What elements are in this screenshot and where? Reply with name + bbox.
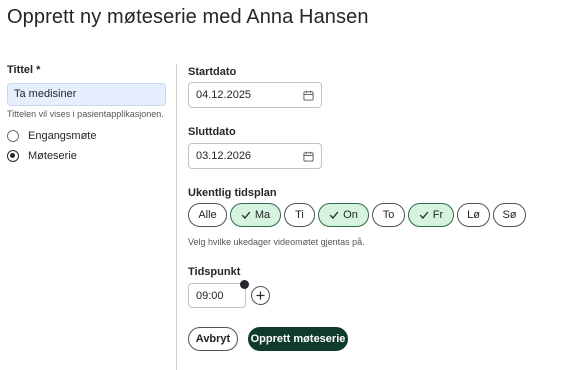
day-chip-alle[interactable]: Alle: [188, 203, 227, 227]
day-chip-lo[interactable]: Lø: [457, 203, 490, 227]
radio-button-checked[interactable]: [7, 150, 19, 162]
day-chip-label: Alle: [198, 209, 217, 221]
day-chip-label: Lø: [467, 209, 480, 221]
title-field-label: Tittel *: [7, 64, 41, 76]
create-series-button[interactable]: Opprett møteserie: [248, 327, 348, 351]
checkmark-icon: [329, 211, 339, 219]
end-date-input[interactable]: 03.12.2026: [188, 143, 322, 169]
checkmark-icon: [241, 211, 251, 219]
day-chip-label: Ti: [295, 209, 304, 221]
title-input[interactable]: Ta medisiner: [7, 83, 166, 106]
day-chip-ti[interactable]: Ti: [284, 203, 315, 227]
checkmark-icon: [419, 211, 429, 219]
plus-icon: [256, 291, 265, 300]
day-chip-label: On: [343, 209, 358, 221]
end-date-label: Sluttdato: [188, 126, 236, 138]
time-value: 09:00: [196, 290, 224, 302]
clock-badge-icon: [240, 280, 249, 289]
day-chip-label: Ma: [254, 209, 271, 221]
right-column: Startdato 04.12.2025 Sluttdato 03.12.202…: [188, 0, 568, 370]
cancel-button[interactable]: Avbryt: [188, 327, 238, 351]
radio-label: Møteserie: [28, 150, 77, 162]
day-chip-to[interactable]: To: [372, 203, 405, 227]
radio-button-unchecked[interactable]: [7, 130, 19, 142]
add-time-button[interactable]: [251, 286, 270, 305]
radio-label: Engangsmøte: [28, 130, 97, 142]
start-date-value: 04.12.2025: [196, 89, 252, 101]
calendar-icon[interactable]: [303, 151, 314, 162]
day-chip-fr[interactable]: Fr: [408, 203, 454, 227]
end-date-value: 03.12.2026: [196, 150, 252, 162]
title-helper-text: Tittelen vil vises i pasientapplikasjone…: [7, 109, 164, 119]
time-label: Tidspunkt: [188, 266, 241, 278]
day-chip-label: Sø: [502, 209, 517, 221]
day-chip-label: Fr: [432, 209, 444, 221]
day-chip-ma[interactable]: Ma: [230, 203, 281, 227]
weekday-selector: Alle Ma Ti On To Fr Lø Sø: [188, 203, 526, 227]
column-divider: [176, 64, 177, 370]
weekly-schedule-helper: Velg hvilke ukedager videomøtet gjentas …: [188, 237, 365, 247]
calendar-icon[interactable]: [303, 90, 314, 101]
weekly-schedule-label: Ukentlig tidsplan: [188, 187, 277, 199]
day-chip-label: To: [382, 209, 395, 221]
start-date-label: Startdato: [188, 66, 237, 78]
day-chip-on[interactable]: On: [318, 203, 369, 227]
time-input[interactable]: 09:00: [188, 280, 249, 308]
start-date-input[interactable]: 04.12.2025: [188, 82, 322, 108]
radio-option-engangsmote[interactable]: Engangsmøte: [7, 130, 96, 142]
day-chip-so[interactable]: Sø: [493, 203, 526, 227]
create-meeting-series-page: Opprett ny møteserie med Anna Hansen Tit…: [0, 0, 576, 370]
radio-option-moteserie[interactable]: Møteserie: [7, 150, 77, 162]
